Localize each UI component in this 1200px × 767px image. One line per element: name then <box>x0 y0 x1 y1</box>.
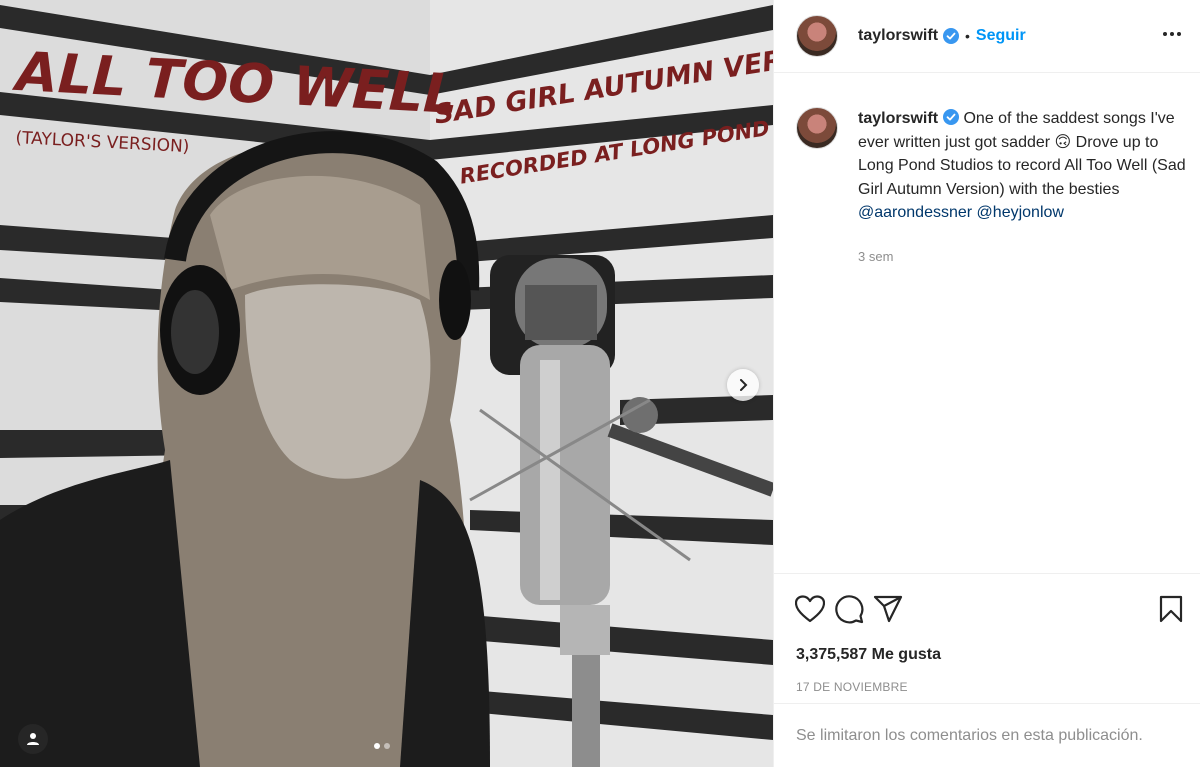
comments-disabled-notice: Se limitaron los comentarios en esta pub… <box>774 703 1200 767</box>
post-date[interactable]: 17 DE NOVIEMBRE <box>796 680 908 694</box>
post-details-panel: taylorswift • Seguir taylorswift One of … <box>773 0 1200 767</box>
verified-badge-icon <box>943 28 960 44</box>
avatar[interactable] <box>796 15 838 57</box>
follow-button[interactable]: Seguir <box>976 27 1026 45</box>
header-separator: • <box>965 28 970 44</box>
share-icon <box>873 595 903 622</box>
verified-badge-icon <box>943 109 960 125</box>
mention-link[interactable]: @aarondessner <box>858 204 972 221</box>
share-button[interactable] <box>872 593 904 625</box>
post-photo[interactable]: ALL TOO WELL (TAYLOR'S VERSION) SAD GIRL… <box>0 0 773 767</box>
chevron-right-icon <box>740 379 748 391</box>
more-options-button[interactable] <box>1160 22 1184 51</box>
like-button[interactable] <box>794 593 826 625</box>
more-icon <box>1163 31 1181 36</box>
comment-button[interactable] <box>833 593 865 625</box>
user-tags-button[interactable] <box>18 724 48 754</box>
post-caption: taylorswift One of the saddest songs I'v… <box>774 73 1200 268</box>
bookmark-icon <box>1159 595 1183 622</box>
mention-link[interactable]: @heyjonlow <box>977 204 1064 221</box>
carousel-dot <box>384 743 390 749</box>
header-username[interactable]: taylorswift <box>858 27 938 45</box>
comment-icon <box>835 594 864 623</box>
caption-username[interactable]: taylorswift <box>858 110 938 127</box>
caption-timestamp[interactable]: 3 sem <box>858 245 1188 269</box>
heart-icon <box>795 594 825 622</box>
carousel-indicator <box>374 743 390 749</box>
caption-body: taylorswift One of the saddest songs I'v… <box>858 107 1188 268</box>
save-button[interactable] <box>1155 593 1187 625</box>
action-bar <box>774 573 1200 643</box>
carousel-next-button[interactable] <box>727 369 759 401</box>
post-header: taylorswift • Seguir <box>774 0 1200 73</box>
likes-count[interactable]: 3,375,587 Me gusta <box>796 646 941 664</box>
caption-avatar[interactable] <box>796 107 838 149</box>
carousel-dot-active <box>374 743 380 749</box>
user-tag-icon <box>27 733 39 745</box>
